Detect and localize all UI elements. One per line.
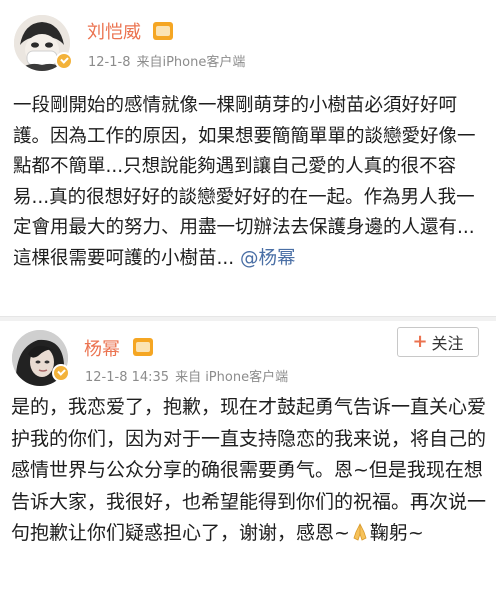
- follow-label: 关注: [431, 334, 464, 353]
- author-name[interactable]: 刘恺威: [87, 18, 141, 44]
- vip-icon: [133, 338, 153, 356]
- mention-link[interactable]: @杨幂: [240, 248, 296, 269]
- weibo-post-1: 刘恺威 12-1-8 来自iPhone客户端 一段剛開始的感情就像一棵剛萌芽的小樹…: [0, 0, 496, 316]
- author-name[interactable]: 杨幂: [84, 335, 120, 361]
- post-meta: 12-1-8 14:35 来自 iPhone客户端: [85, 366, 294, 385]
- post-source: 来自iPhone客户端: [136, 55, 246, 70]
- verified-badge-icon: [55, 52, 73, 70]
- verified-badge-icon: [52, 364, 70, 382]
- post-body: 一段剛開始的感情就像一棵剛萌芽的小樹苗必須好好呵護。因為工作的原因，如果想要簡簡…: [13, 95, 476, 269]
- vip-icon: [153, 22, 173, 40]
- post-text: 是的，我恋爱了，抱歉，现在才鼓起勇气告诉一直关心爱护我的你们，因为对于一直支持隐…: [11, 392, 489, 550]
- post-source: 来自 iPhone客户端: [175, 370, 289, 385]
- post-text: 一段剛開始的感情就像一棵剛萌芽的小樹苗必須好好呵護。因為工作的原因，如果想要簡簡…: [13, 91, 487, 274]
- post-time[interactable]: 12-1-8: [88, 55, 130, 70]
- plus-icon: +: [412, 331, 428, 352]
- post-meta: 12-1-8 来自iPhone客户端: [88, 51, 251, 70]
- follow-button[interactable]: + 关注: [397, 327, 479, 357]
- praying-hands-icon: [353, 523, 367, 541]
- post-body-end: 鞠躬~: [369, 522, 424, 544]
- post-time[interactable]: 12-1-8 14:35: [85, 370, 169, 385]
